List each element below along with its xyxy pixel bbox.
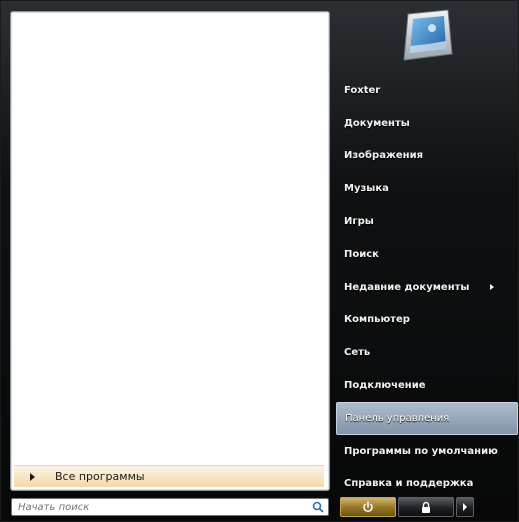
menu-item-label: Сеть	[344, 347, 371, 359]
menu-item-foxter[interactable]: Foxter	[336, 74, 518, 107]
menu-item-label: Foxter	[344, 84, 381, 96]
menu-item-label: Игры	[344, 216, 374, 228]
lock-icon	[422, 501, 430, 513]
menu-item-default-programs[interactable]: Программы по умолчанию	[336, 435, 518, 468]
menu-item-connect[interactable]: Подключение	[336, 369, 518, 402]
menu-item-control-panel[interactable]: Панель управления	[336, 401, 518, 435]
arrow-right-icon	[463, 503, 467, 511]
more-options-button[interactable]	[456, 497, 474, 517]
menu-item-pictures[interactable]: Изображения	[336, 140, 518, 173]
menu-item-label: Недавние документы	[344, 281, 470, 293]
search-field[interactable]	[11, 498, 329, 516]
power-button[interactable]	[340, 497, 396, 517]
menu-item-label: Документы	[344, 117, 410, 129]
menu-item-label: Музыка	[344, 183, 389, 195]
search-input[interactable]	[18, 501, 298, 513]
menu-item-label: Изображения	[344, 150, 424, 162]
menu-item-recent-documents[interactable]: Недавние документы	[336, 271, 518, 304]
menu-item-label: Панель управления	[345, 412, 450, 424]
menu-item-search[interactable]: Поиск	[336, 238, 518, 271]
start-menu: Все программы Foxter Документы Изображе	[0, 0, 519, 522]
menu-item-label: Программы по умолчанию	[344, 445, 498, 457]
menu-item-music[interactable]: Музыка	[336, 172, 518, 205]
menu-item-network[interactable]: Сеть	[336, 336, 518, 369]
power-buttons	[340, 497, 474, 517]
right-menu-list: Foxter Документы Изображения Музыка Игры…	[336, 74, 518, 500]
all-programs-label: Все программы	[55, 470, 145, 483]
lock-button[interactable]	[398, 497, 454, 517]
triangle-right-icon	[30, 472, 35, 481]
menu-item-label: Поиск	[344, 248, 379, 260]
programs-pane: Все программы	[10, 11, 330, 491]
search-icon[interactable]	[312, 501, 324, 513]
user-picture-icon[interactable]	[398, 8, 454, 64]
menu-item-documents[interactable]: Документы	[336, 107, 518, 140]
menu-item-computer[interactable]: Компьютер	[336, 304, 518, 337]
submenu-arrow-icon	[490, 284, 494, 291]
all-programs-button[interactable]: Все программы	[14, 465, 324, 487]
menu-item-label: Подключение	[344, 380, 426, 392]
menu-item-games[interactable]: Игры	[336, 205, 518, 238]
menu-item-label: Справка и поддержка	[344, 478, 474, 490]
menu-item-label: Компьютер	[344, 314, 410, 326]
menu-item-help-support[interactable]: Справка и поддержка	[336, 468, 518, 501]
power-icon	[363, 501, 373, 512]
